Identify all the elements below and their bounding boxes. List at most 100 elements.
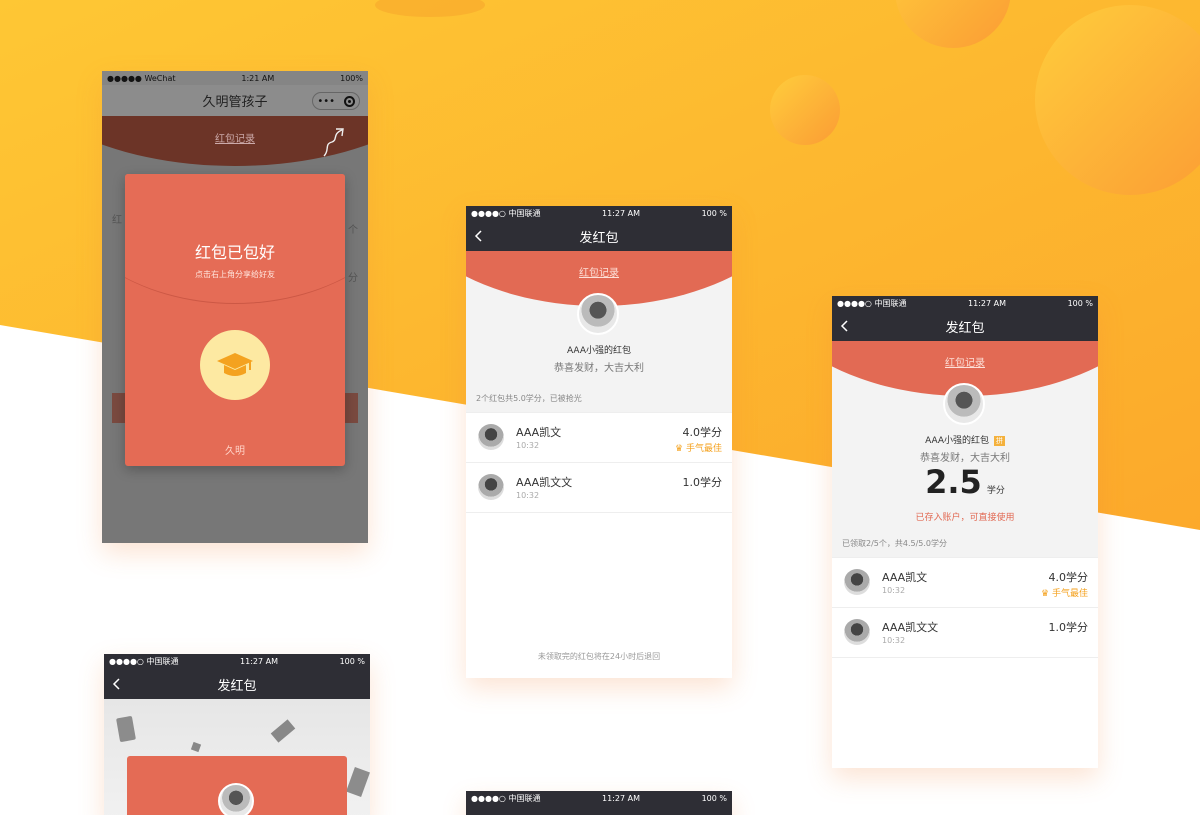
best-luck-badge: ♛ 手气最佳 [675, 444, 722, 454]
avatar [218, 783, 254, 815]
sender-name: AAA小强的红包 [925, 436, 990, 446]
greeting: 恭喜发财，大吉大利 [920, 453, 1010, 464]
back-chevron-icon[interactable] [111, 677, 123, 691]
status-time: 11:27 AM [240, 657, 278, 666]
deposit-note: 已存入账户，可直接使用 [915, 513, 1015, 523]
received-amount: 2.5 [925, 463, 982, 501]
status-carrier: ●●●●○ 中国联通 [837, 299, 907, 308]
item-time: 10:32 [882, 636, 906, 645]
page-title: 发红包 [579, 230, 619, 246]
status-time: 1:21 AM [241, 73, 275, 83]
item-amount: 1.0学分 [1048, 621, 1089, 634]
item-name: AAA凯文 [882, 571, 928, 584]
record-link[interactable]: 红包记录 [466, 264, 732, 279]
coin-icon [270, 719, 296, 743]
avatar [844, 619, 870, 645]
status-time: 11:27 AM [968, 299, 1006, 308]
sender-line: AAA小强的红包 拼 [832, 433, 1098, 446]
coin-icon [190, 741, 202, 753]
header-area: 红包记录 [102, 116, 368, 176]
amount-unit: 学分 [986, 486, 1005, 496]
sender-name: AAA小强的红包 [567, 346, 631, 356]
status-bar: ●●●●○ 中国联通 11:27 AM 100 % [466, 791, 732, 806]
status-battery: 100 % [701, 794, 727, 803]
coin-icon [346, 767, 370, 797]
status-signal: ●●●●● WeChat [107, 73, 176, 83]
phone-screen-received: ●●●●○ 中国联通 11:27 AM 100 % 发红包 红包记录 AAA小强… [832, 296, 1098, 768]
red-envelope-card[interactable]: 红包已包好 点击右上角分享给好友 久明 [125, 174, 345, 466]
status-bar: ●●●●○ 中国联通 11:27 AM 100 % [104, 654, 370, 669]
best-luck-badge: ♛ 手气最佳 [1041, 589, 1088, 599]
item-time: 10:32 [516, 491, 540, 500]
amount-line: 2.5 学分 [832, 463, 1098, 501]
card-footer: 久明 [225, 446, 245, 457]
sender-section: 红包记录 AAA小强的红包 拼 恭喜发财，大吉大利 2.5 学分 已存入账户，可… [832, 341, 1098, 530]
page-title: 发红包 [217, 678, 257, 694]
item-name: AAA凯文文 [882, 621, 939, 634]
item-time: 10:32 [516, 441, 540, 450]
side-text: 红 [112, 215, 122, 226]
item-name: AAA凯文 [516, 426, 562, 439]
item-amount: 1.0学分 [682, 476, 723, 489]
avatar [844, 569, 870, 595]
crown-icon: ♛ [1041, 589, 1052, 599]
item-name: AAA凯文文 [516, 476, 573, 489]
group-tag: 拼 [993, 436, 1005, 446]
status-bar: ●●●●● WeChat 1:21 AM 100% [102, 71, 368, 85]
coin-icon [116, 715, 136, 743]
status-carrier: ●●●●○ 中国联通 [471, 209, 541, 218]
status-carrier: ●●●●○ 中国联通 [109, 657, 179, 666]
status-bar: ●●●●○ 中国联通 11:27 AM 100 % [832, 296, 1098, 311]
nav-bar: 发红包 [104, 669, 370, 699]
greeting: 恭喜发财，大吉大利 [554, 363, 644, 374]
record-link[interactable]: 红包记录 [832, 354, 1098, 369]
list-item[interactable]: AAA凯文文 10:32 1.0学分 [466, 463, 732, 513]
summary-text: 2个红包共5.0学分，已被抢光 [466, 385, 732, 413]
scene [104, 699, 370, 815]
share-arrow-icon [323, 128, 344, 157]
avatar [478, 474, 504, 500]
card-subtitle: 点击右上角分享给好友 [195, 270, 275, 279]
summary-text: 已领取2/5个，共4.5/5.0学分 [832, 530, 1098, 558]
list-item[interactable]: AAA凯文文 10:32 1.0学分 [832, 608, 1098, 658]
avatar [478, 424, 504, 450]
item-amount: 4.0学分 [682, 426, 723, 439]
status-bar: ●●●●○ 中国联通 11:27 AM 100 % [466, 206, 732, 221]
more-icon[interactable]: ••• [317, 96, 335, 107]
phone-screen-send: ●●●●○ 中国联通 11:27 AM 100 % 发红包 [104, 654, 370, 815]
nav-bar: 发红包 [832, 311, 1098, 341]
capsule-menu[interactable]: ••• [312, 92, 360, 110]
page-title: 久明管孩子 [202, 95, 268, 110]
item-amount: 4.0学分 [1048, 571, 1089, 584]
status-time: 11:27 AM [602, 794, 640, 803]
avatar [577, 293, 619, 335]
card-title: 红包已包好 [194, 243, 275, 262]
page-title: 发红包 [945, 320, 985, 336]
status-battery: 100% [340, 73, 363, 83]
status-carrier: ●●●●○ 中国联通 [471, 794, 541, 803]
status-battery: 100 % [701, 209, 727, 218]
phone-screen-result: ●●●●○ 中国联通 11:27 AM 100 % 发红包 红包记录 AAA小强… [466, 206, 732, 678]
back-chevron-icon[interactable] [839, 319, 851, 333]
list-item[interactable]: AAA凯文 10:32 4.0学分 ♛ 手气最佳 [466, 413, 732, 463]
nav-bar: 发红包 [466, 221, 732, 251]
sender-section: 红包记录 AAA小强的红包 恭喜发财，大吉大利 [466, 251, 732, 385]
side-count: 个 [348, 225, 358, 236]
phone-screen-share: ●●●●● WeChat 1:21 AM 100% 久明管孩子 ••• 红包记录… [102, 71, 368, 543]
status-battery: 100 % [1067, 299, 1093, 308]
footer-note: 未领取完的红包将在24小时后退回 [537, 652, 661, 661]
nav-bar [466, 806, 732, 815]
status-time: 11:27 AM [602, 209, 640, 218]
list-item[interactable]: AAA凯文 10:32 4.0学分 ♛ 手气最佳 [832, 558, 1098, 608]
item-time: 10:32 [882, 586, 906, 595]
avatar [943, 383, 985, 425]
crown-icon: ♛ [675, 444, 686, 454]
deco-ball [770, 75, 840, 145]
back-chevron-icon[interactable] [473, 229, 485, 243]
graduation-cap-icon [217, 353, 253, 376]
status-battery: 100 % [339, 657, 365, 666]
open-button[interactable] [200, 330, 270, 400]
phone-screen-partial: ●●●●○ 中国联通 11:27 AM 100 % [466, 791, 732, 815]
close-target-icon[interactable] [343, 95, 355, 107]
nav-bar: 久明管孩子 ••• [102, 85, 368, 116]
